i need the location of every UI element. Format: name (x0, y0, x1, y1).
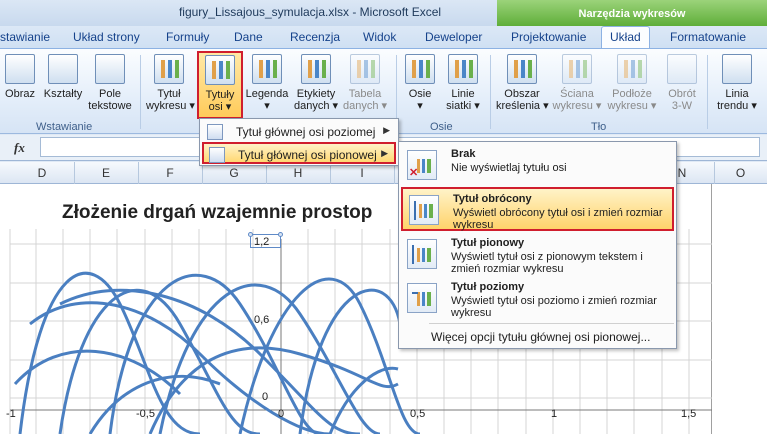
tab-view[interactable]: Widok (363, 30, 396, 44)
column-header[interactable]: H (266, 166, 330, 180)
text-box-icon (95, 54, 125, 84)
tab-format[interactable]: Formatowanie (670, 30, 746, 44)
vertical-title-icon (407, 239, 437, 269)
column-divider (138, 162, 139, 184)
x-tick-label: 1 (551, 408, 558, 420)
tab-layout[interactable]: Układ (601, 26, 650, 49)
axis-titles-button[interactable]: Tytuły osi ▾ (197, 51, 243, 119)
option-horizontal-title[interactable]: Tytuł poziomy Wyświetl tytuł osi poziomo… (401, 277, 674, 321)
group-separator (707, 55, 708, 129)
vertical-axis-title-icon (209, 147, 225, 163)
legend-button[interactable]: Legenda ▾ (245, 52, 289, 118)
x-tick-label: 0,5 (410, 408, 426, 420)
column-header[interactable]: O (714, 166, 767, 180)
group-label-background: Tło (591, 121, 607, 133)
column-divider (714, 162, 715, 184)
chart-wall-icon (562, 54, 592, 84)
menu-separator (429, 323, 674, 324)
tab-review[interactable]: Recenzja (290, 30, 340, 44)
menu-item-vertical-axis-title[interactable]: Tytuł głównej osi pionowej ▶ (202, 142, 396, 164)
chart-title-button[interactable]: Tytuł wykresu ▾ (146, 52, 195, 118)
chart-wall-button[interactable]: Ściana wykresu ▾ (552, 52, 602, 118)
tab-insert[interactable]: stawianie (0, 30, 50, 44)
data-table-button[interactable]: Tabela danych ▾ (342, 52, 388, 118)
column-header[interactable]: I (330, 166, 394, 180)
group-label-axes: Osie (430, 121, 453, 133)
submenu-arrow-icon: ▶ (383, 125, 390, 135)
group-separator (490, 55, 491, 129)
tab-design[interactable]: Projektowanie (511, 30, 586, 44)
chart-floor-icon (617, 54, 647, 84)
fx-icon[interactable]: fx (14, 140, 25, 156)
y-tick-label: 0 (262, 391, 269, 403)
data-labels-icon (301, 54, 331, 84)
trendline-button[interactable]: Linia trendu ▾ (712, 52, 762, 118)
column-header[interactable]: F (138, 166, 202, 180)
axes-button[interactable]: Osie ▾ (403, 52, 437, 118)
chart-tools-context-group: Narzędzia wykresów (497, 0, 767, 26)
column-header[interactable]: D (10, 166, 74, 180)
axis-titles-icon (205, 55, 235, 85)
vertical-axis-title-submenu: ✕ Brak Nie wyświetlaj tytułu osi Tytuł o… (398, 141, 677, 349)
data-table-icon (350, 54, 380, 84)
tab-page-layout[interactable]: Układ strony (73, 30, 140, 44)
selection-handle[interactable] (248, 232, 253, 237)
tab-developer[interactable]: Deweloper (425, 30, 482, 44)
y-tick-label: 1,2 (254, 236, 270, 248)
ribbon-tab-row: stawianie Układ strony Formuły Dane Rece… (0, 26, 767, 49)
shapes-icon (48, 54, 78, 84)
y-tick-label: 0,6 (254, 314, 270, 326)
3d-rotation-button[interactable]: Obrót 3-W (662, 52, 702, 118)
trendline-icon (722, 54, 752, 84)
option-none[interactable]: ✕ Brak Nie wyświetlaj tytułu osi (401, 144, 674, 188)
chart-title-icon (154, 54, 184, 84)
gridlines-button[interactable]: Linie siatki ▾ (443, 52, 483, 118)
data-labels-button[interactable]: Etykiety danych ▾ (293, 52, 339, 118)
text-box-button[interactable]: Pole tekstowe (87, 52, 133, 118)
x-tick-label: 0 (278, 408, 285, 420)
selection-handle[interactable] (278, 232, 283, 237)
x-tick-label: -0,5 (136, 408, 155, 420)
chart-floor-button[interactable]: Podłoże wykresu ▾ (606, 52, 658, 118)
legend-icon (252, 54, 282, 84)
axis-titles-menu: Tytuł głównej osi poziomej ▶ Tytuł główn… (199, 118, 399, 166)
tab-data[interactable]: Dane (234, 30, 263, 44)
shapes-button[interactable]: Kształty (42, 52, 84, 118)
title-bar: figury_Lissajous_symulacja.xlsx - Micros… (0, 0, 767, 26)
no-title-icon: ✕ (407, 150, 437, 180)
menu-item-horizontal-axis-title[interactable]: Tytuł głównej osi poziomej ▶ (202, 121, 396, 143)
axes-icon (405, 54, 435, 84)
plot-area-button[interactable]: Obszar kreślenia ▾ (496, 52, 549, 118)
plot-area-icon (507, 54, 537, 84)
gridlines-icon (448, 54, 478, 84)
group-label-insert: Wstawianie (36, 121, 93, 133)
picture-button[interactable]: Obraz (2, 52, 38, 118)
x-tick-label: -1 (6, 408, 16, 420)
column-divider (74, 162, 75, 184)
column-header[interactable]: E (74, 166, 138, 180)
x-tick-label: 1,5 (681, 408, 697, 420)
chart-title[interactable]: Złożenie drgań wzajemnie prostop (62, 202, 372, 224)
horizontal-axis-title-icon (207, 124, 223, 140)
picture-icon (5, 54, 35, 84)
group-separator (140, 55, 141, 129)
submenu-arrow-icon: ▶ (381, 148, 388, 158)
tab-formulas[interactable]: Formuły (166, 30, 209, 44)
option-rotated-title[interactable]: Tytuł obrócony Wyświetl obrócony tytuł o… (401, 187, 674, 231)
horizontal-title-icon (407, 283, 437, 313)
3d-rotation-icon (667, 54, 697, 84)
chart-tools-label: Narzędzia wykresów (578, 8, 686, 20)
column-header[interactable]: G (202, 166, 266, 180)
rotated-title-icon (409, 195, 439, 225)
option-vertical-title[interactable]: Tytuł pionowy Wyświetl tytuł osi z piono… (401, 233, 674, 277)
more-options-link[interactable]: Więcej opcji tytułu głównej osi pionowej… (431, 330, 650, 344)
